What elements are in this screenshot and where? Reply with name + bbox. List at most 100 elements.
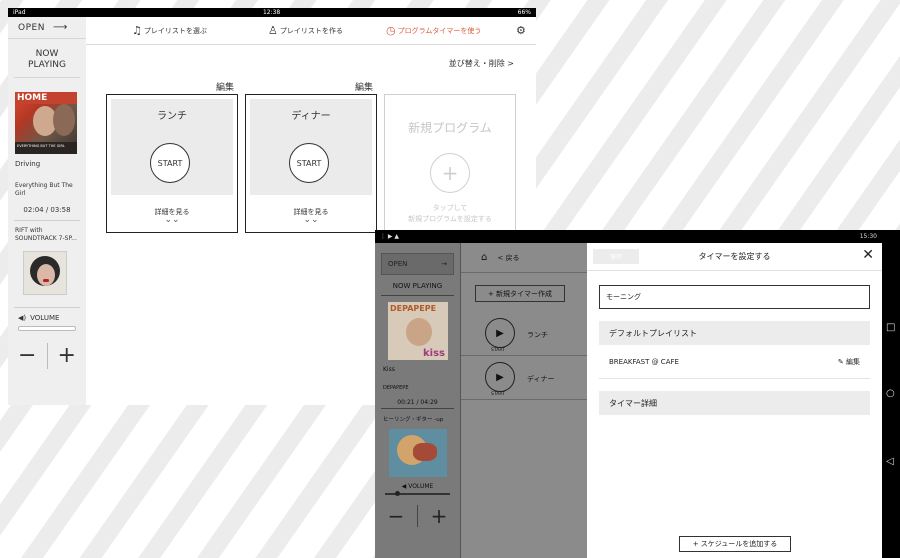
- nav-create-playlist-label: プレイリストを作る: [279, 26, 343, 35]
- volume-up-button[interactable]: +: [48, 343, 87, 369]
- album-bottom-text: EVERYTHING BUT THE GIRL: [15, 142, 77, 154]
- back-icon[interactable]: ◁: [886, 456, 894, 467]
- divider: [14, 307, 80, 308]
- timer-row-lunch[interactable]: ▶ ランチ START: [461, 312, 587, 356]
- card-title: ディナー: [291, 111, 331, 122]
- album-face: [406, 318, 432, 346]
- volume-down-button[interactable]: −: [375, 505, 418, 527]
- nav-program-timer[interactable]: ◷ プログラムタイマーを使う: [386, 24, 481, 37]
- list-header: ⌂ < 戻る: [461, 243, 587, 273]
- add-schedule-button[interactable]: + スケジュールを追加する: [679, 536, 791, 552]
- album-face: [37, 264, 55, 286]
- volume-slider[interactable]: [385, 491, 450, 496]
- dimmed-background: OPEN → NOW PLAYING DEPAPEPE kiss Kiss DE…: [375, 243, 587, 558]
- track-title: Driving: [15, 160, 41, 168]
- card-title: ランチ: [157, 111, 187, 122]
- volume-label: VOLUME: [408, 483, 434, 490]
- arrow-right-icon: ⟶: [52, 22, 68, 33]
- settings-button[interactable]: ⚙: [516, 24, 528, 37]
- arrow-right-icon: →: [441, 260, 447, 268]
- recents-icon[interactable]: □: [886, 322, 895, 333]
- close-icon[interactable]: ✕: [862, 247, 874, 263]
- speaker-icon: ◀): [18, 314, 27, 322]
- start-label: START: [491, 392, 505, 397]
- status-time: 12:38: [262, 9, 281, 16]
- now-playing-line1: NOW: [35, 49, 59, 59]
- new-program-card[interactable]: 新規プログラム + タップして 新規プログラムを設定する: [384, 94, 516, 233]
- album-art-current[interactable]: DEPAPEPE kiss: [388, 302, 448, 360]
- track-artist: Everything But The Girl: [15, 182, 73, 197]
- edit-button[interactable]: ✎ 編集: [838, 357, 860, 367]
- volume-buttons: − +: [8, 343, 86, 369]
- next-track-title: ヒーリング・ギター -up: [383, 417, 444, 423]
- open-label: OPEN: [388, 260, 408, 268]
- album-art-current[interactable]: HOME EVERYTHING BUT THE GIRL: [15, 92, 77, 154]
- panel-title: タイマーを設定する: [698, 252, 771, 261]
- track-title: Kiss: [383, 366, 395, 373]
- open-label: OPEN: [18, 22, 45, 33]
- back-link[interactable]: < 戻る: [497, 253, 519, 263]
- player-sidebar: OPEN ⟶ NOW PLAYING HOME EVERYTHING BUT T…: [8, 17, 86, 405]
- album-shape-2: [413, 443, 437, 461]
- player-sidebar: OPEN → NOW PLAYING DEPAPEPE kiss Kiss DE…: [375, 243, 461, 558]
- volume-row: ◀) VOLUME: [8, 314, 86, 322]
- home-icon[interactable]: ○: [886, 388, 895, 399]
- ios-status-bar: iPad 12:38 66%: [8, 8, 536, 17]
- device-label: iPad: [13, 9, 26, 16]
- volume-buttons: − +: [375, 505, 460, 527]
- timer-row-dinner[interactable]: ▶ ディナー START: [461, 356, 587, 400]
- track-time: 00:21 / 04:29: [381, 397, 454, 409]
- open-button[interactable]: OPEN →: [381, 253, 454, 275]
- person-icon: ♙: [268, 24, 278, 37]
- nav-program-timer-label: プログラムタイマーを使う: [397, 26, 482, 35]
- gear-icon: ⚙: [516, 24, 526, 37]
- program-card-dinner[interactable]: ディナー START 詳細を見る ⌄⌄: [245, 94, 377, 233]
- new-timer-button[interactable]: + 新規タイマー作成: [475, 285, 565, 302]
- edit-link-dinner[interactable]: 編集: [355, 80, 373, 93]
- now-playing-line2: PLAYING: [28, 60, 66, 70]
- volume-slider[interactable]: [18, 326, 76, 331]
- album-face-2: [53, 104, 75, 136]
- battery-level: 66%: [517, 9, 531, 16]
- nav-create-playlist[interactable]: ♙ プレイリストを作る: [268, 24, 343, 37]
- start-label: START: [491, 348, 505, 353]
- chevron-down-icon: ⌄⌄: [303, 215, 319, 225]
- start-button[interactable]: START: [150, 143, 190, 183]
- open-button[interactable]: OPEN ⟶: [8, 17, 86, 39]
- start-button[interactable]: START: [289, 143, 329, 183]
- timer-name-input[interactable]: モーニング: [599, 285, 870, 309]
- album-sub: kiss: [423, 348, 445, 359]
- volume-slider-thumb[interactable]: [395, 491, 400, 496]
- edit-link-lunch[interactable]: 編集: [216, 80, 234, 93]
- clock-icon: ◷: [386, 24, 396, 37]
- now-playing-title: NOW PLAYING: [14, 39, 80, 78]
- album-band-text: HOME: [15, 92, 77, 104]
- speaker-icon: ◀: [401, 483, 407, 490]
- timer-name: ディナー: [527, 375, 555, 383]
- now-playing-title: NOW PLAYING: [381, 282, 454, 296]
- program-card-lunch[interactable]: ランチ START 詳細を見る ⌄⌄: [106, 94, 238, 233]
- nav-select-playlist[interactable]: ♫ プレイリストを選ぶ: [132, 24, 207, 37]
- playlist-name: BREAKFAST @ CAFE: [609, 357, 679, 366]
- volume-row: ◀ VOLUME: [375, 483, 460, 490]
- track-time: 02:04 / 03:58: [23, 206, 71, 214]
- volume-down-button[interactable]: −: [8, 343, 48, 369]
- play-icon[interactable]: ▶: [485, 362, 515, 392]
- android-screen: ⋮ ▶ ▲ 15:30 □ ○ ◁ OPEN → NOW PLAYING DEP…: [375, 230, 900, 558]
- plus-icon[interactable]: +: [430, 153, 470, 193]
- volume-up-button[interactable]: +: [418, 505, 460, 527]
- next-track-title: RIFT with SOUNDTRACK 7-SP...: [15, 227, 77, 242]
- status-time: 15:30: [859, 233, 877, 240]
- timer-list: ⌂ < 戻る + 新規タイマー作成 ▶ ランチ START ▶ ディナー STA…: [461, 243, 587, 558]
- panel-header: 保存 タイマーを設定する ✕: [587, 243, 882, 271]
- notification-icons: ⋮ ▶ ▲: [380, 233, 400, 240]
- play-icon[interactable]: ▶: [485, 318, 515, 348]
- sort-delete-link[interactable]: 並び替え・削除 >: [449, 58, 514, 69]
- home-icon[interactable]: ⌂: [481, 252, 487, 263]
- album-art-next[interactable]: [389, 429, 447, 477]
- playlist-row[interactable]: BREAKFAST @ CAFE ✎ 編集: [599, 345, 870, 379]
- hint-line2: 新規プログラムを設定する: [408, 215, 492, 223]
- android-status-bar: ⋮ ▶ ▲ 15:30: [375, 230, 882, 243]
- album-art-next[interactable]: [23, 251, 67, 295]
- timer-detail-header: タイマー詳細: [599, 391, 870, 415]
